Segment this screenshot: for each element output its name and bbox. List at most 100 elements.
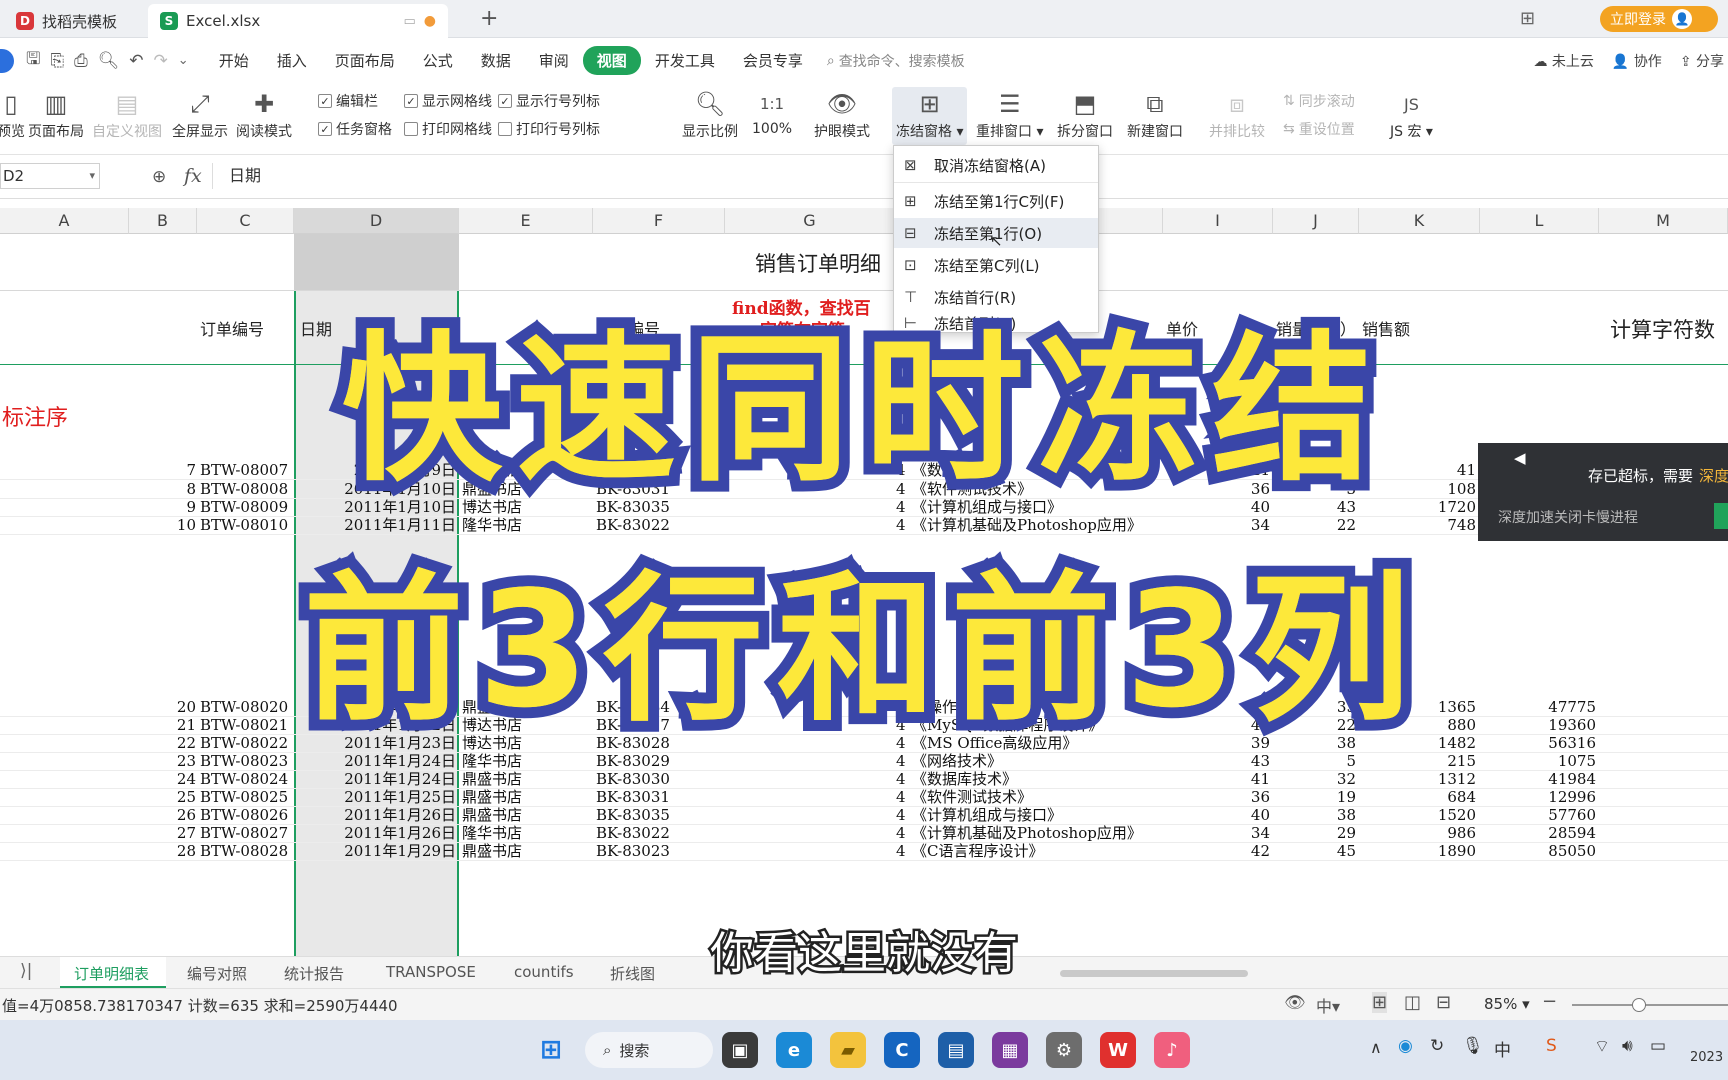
col-header-j[interactable]: J	[1273, 208, 1359, 234]
share-button[interactable]: ⇪ 分享	[1680, 51, 1724, 71]
table-cell[interactable]: 鼎盛书店	[462, 787, 592, 807]
taskbar-search[interactable]: ⌕ 搜索	[585, 1032, 713, 1068]
table-cell[interactable]: 2011年1月29日	[296, 841, 456, 861]
table-cell[interactable]: 2011年1月26日	[296, 823, 456, 843]
print-icon[interactable]: ⎙	[74, 51, 88, 71]
cloud-status[interactable]: ☁ 未上云	[1533, 51, 1593, 71]
table-cell[interactable]: 1075	[1482, 751, 1596, 771]
settings-gear-icon[interactable]: ⚙	[1046, 1032, 1082, 1068]
menu-home[interactable]: 开始	[205, 50, 263, 71]
col-header-d[interactable]: D	[294, 208, 459, 234]
col-header-m[interactable]: M	[1599, 208, 1728, 234]
zoom-lookup-icon[interactable]: ⊕	[152, 167, 166, 187]
table-cell[interactable]: 28594	[1482, 823, 1596, 843]
new-tab-icon[interactable]: +	[480, 6, 498, 31]
archive-icon[interactable]: ▦	[992, 1032, 1028, 1068]
table-cell[interactable]: 2011年1月24日	[296, 769, 456, 789]
page-layout-view-icon[interactable]: ◫	[1404, 992, 1421, 1013]
table-cell[interactable]: 41984	[1482, 769, 1596, 789]
col-header-l[interactable]: L	[1480, 208, 1599, 234]
tray-s-icon[interactable]: S	[1546, 1036, 1557, 1056]
menu-data[interactable]: 数据	[467, 50, 525, 71]
wifi-icon[interactable]: ⌔	[1594, 1036, 1610, 1057]
tab-excel[interactable]: S Excel.xlsx ▭ ●	[148, 4, 448, 38]
redo-icon[interactable]: ↷	[154, 51, 168, 71]
table-cell[interactable]: 2011年1月24日	[296, 751, 456, 771]
col-header-g[interactable]: G	[725, 208, 895, 234]
table-cell[interactable]: BK-83022	[596, 823, 724, 843]
table-cell[interactable]: 29	[1276, 823, 1356, 843]
table-cell[interactable]: 2011年1月26日	[296, 805, 456, 825]
table-cell[interactable]: BK-83030	[596, 769, 724, 789]
table-cell[interactable]: BTW-08028	[200, 841, 294, 861]
table-cell[interactable]: BK-83029	[596, 751, 724, 771]
table-cell[interactable]: BTW-08026	[200, 805, 294, 825]
col-header-a[interactable]: A	[0, 208, 129, 234]
volume-icon[interactable]: 🔊︎	[1622, 1036, 1633, 1056]
table-cell[interactable]: 22	[130, 733, 196, 753]
table-cell[interactable]: 《数据库技术》	[912, 769, 1162, 789]
table-cell[interactable]: 748	[1362, 515, 1476, 535]
editbar-checkbox[interactable]: ✓ 编辑栏	[318, 91, 378, 111]
menu-item-freeze-colc[interactable]: ⊡ 冻结至第C列(L)	[894, 250, 1098, 280]
tray-chevron-icon[interactable]: ∧	[1370, 1038, 1382, 1057]
menu-member[interactable]: 会员专享	[729, 50, 817, 71]
table-cell[interactable]: 41	[1166, 769, 1270, 789]
windows-start-icon[interactable]: ⊞	[533, 1032, 569, 1068]
zoom-100-button[interactable]: 1:1 100%	[752, 87, 792, 137]
table-cell[interactable]: 56316	[1482, 733, 1596, 753]
table-cell[interactable]: 鼎盛书店	[462, 805, 592, 825]
zoom-ratio-button[interactable]: 🔍︎ 显示比例	[682, 87, 738, 141]
task-view-icon[interactable]: ▣	[722, 1032, 758, 1068]
table-cell[interactable]: 684	[1362, 787, 1476, 807]
table-cell[interactable]: 26	[130, 805, 196, 825]
table-cell[interactable]: 38	[1276, 805, 1356, 825]
command-search[interactable]: 查找命令、搜索模板	[839, 51, 965, 71]
restore-icon[interactable]: ▭	[403, 14, 415, 29]
side-by-side-button[interactable]: ⧈ 并排比较	[1209, 87, 1265, 141]
export-icon[interactable]: ⎘	[50, 51, 64, 71]
table-cell[interactable]: 32	[1276, 769, 1356, 789]
table-cell[interactable]: 隆华书店	[462, 515, 592, 535]
table-cell[interactable]: 24	[130, 769, 196, 789]
split-window-button[interactable]: ⬒ 拆分窗口	[1057, 87, 1113, 141]
table-cell[interactable]: BK-83035	[596, 805, 724, 825]
toast-action-button[interactable]	[1714, 503, 1728, 529]
table-cell[interactable]: BTW-08023	[200, 751, 294, 771]
eye-protect-icon[interactable]: 👁︎	[1284, 993, 1306, 1013]
table-cell[interactable]: 28	[130, 841, 196, 861]
zoom-dropdown[interactable]: 85% ▾	[1484, 995, 1530, 1013]
table-cell[interactable]: 57760	[1482, 805, 1596, 825]
table-cell[interactable]: 1312	[1362, 769, 1476, 789]
login-button[interactable]: 立即登录 👤	[1600, 6, 1718, 32]
table-cell[interactable]: BTW-08027	[200, 823, 294, 843]
menu-item-freeze-row1-colc[interactable]: ⊞ 冻结至第1行C列(F)	[894, 186, 1098, 216]
table-cell[interactable]: 27	[130, 823, 196, 843]
menu-item-unfreeze[interactable]: ⊠ 取消冻结窗格(A)	[894, 150, 1098, 180]
table-cell[interactable]: BTW-08010	[200, 515, 294, 535]
page-break-view-icon[interactable]: ⊟	[1436, 992, 1451, 1013]
input-method-icon[interactable]: 中▾	[1316, 993, 1340, 1017]
print-rowcol-checkbox[interactable]: 打印行号列标	[498, 119, 600, 139]
menu-page-layout[interactable]: 页面布局	[321, 50, 409, 71]
table-cell[interactable]: BK-83023	[596, 841, 724, 861]
new-window-button[interactable]: ⧉ 新建窗口	[1127, 87, 1183, 141]
table-cell[interactable]: 23	[130, 751, 196, 771]
table-cell[interactable]: BTW-08024	[200, 769, 294, 789]
col-header-c[interactable]: C	[197, 208, 294, 234]
table-cell[interactable]: 42	[1166, 841, 1270, 861]
menu-insert[interactable]: 插入	[263, 50, 321, 71]
app-blue-icon[interactable]: C	[884, 1032, 920, 1068]
reset-position-button[interactable]: ⇆ 重设位置	[1283, 119, 1355, 139]
zoom-slider-thumb[interactable]	[1632, 998, 1646, 1012]
clock-year[interactable]: 2023	[1690, 1050, 1723, 1065]
zoom-slider[interactable]	[1572, 1004, 1728, 1006]
name-box[interactable]: D2 ▾	[0, 163, 100, 189]
save-icon[interactable]: 🖫	[26, 46, 40, 75]
table-cell[interactable]: BK-83022	[596, 515, 724, 535]
col-header-i[interactable]: I	[1163, 208, 1273, 234]
table-cell[interactable]: 鼎盛书店	[462, 841, 592, 861]
table-cell[interactable]: 12996	[1482, 787, 1596, 807]
table-cell[interactable]: BTW-08025	[200, 787, 294, 807]
table-cell[interactable]: 2011年1月25日	[296, 787, 456, 807]
